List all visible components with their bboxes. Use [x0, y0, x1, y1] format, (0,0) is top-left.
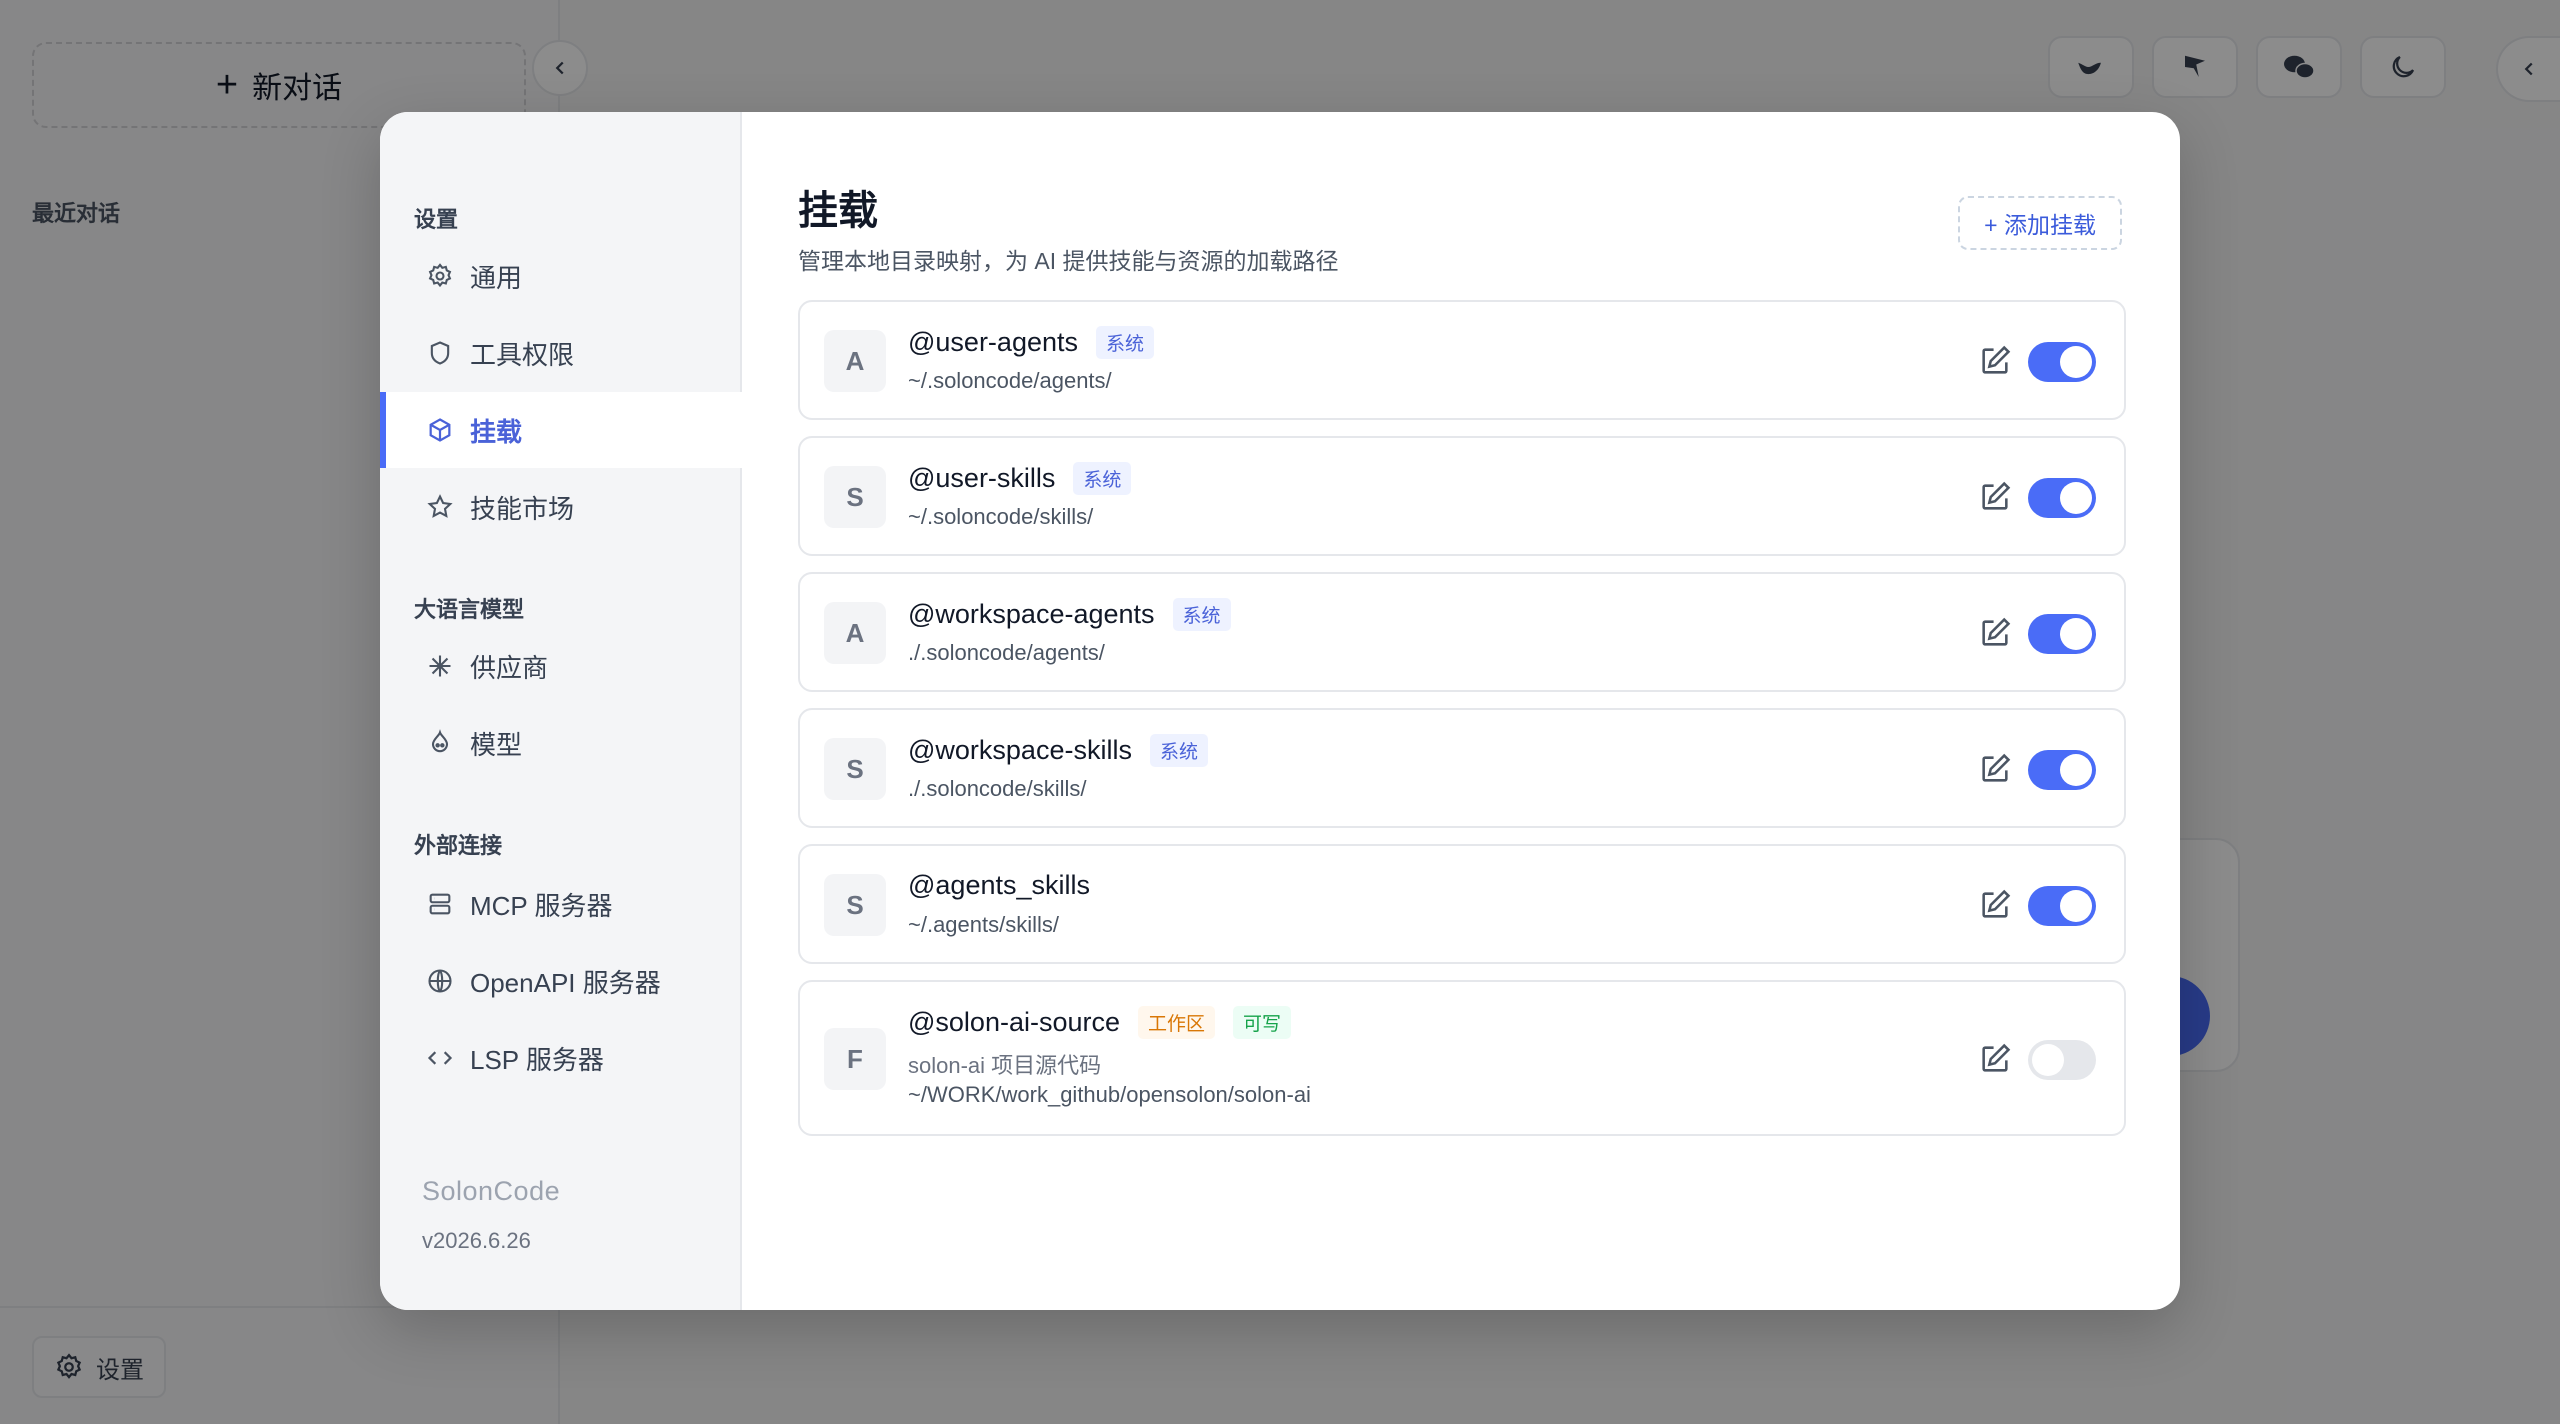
mount-enabled-toggle[interactable] [2028, 614, 2096, 654]
mount-item: F @solon-ai-source 工作区 可写 solon-ai 项目源代码… [798, 980, 2126, 1136]
mount-path: ~/WORK/work_github/opensolon/solon-ai [908, 1082, 1311, 1107]
mount-name-row: @user-skills 系统 [908, 462, 1132, 495]
nav-label: OpenAPI 服务器 [470, 967, 661, 998]
nav-item-lsp-servers[interactable]: LSP 服务器 [380, 1020, 742, 1096]
system-badge: 系统 [1172, 598, 1231, 631]
mount-path: ./.soloncode/skills/ [908, 776, 1087, 801]
page-title: 挂载 [798, 189, 878, 233]
nav-item-openapi-servers[interactable]: OpenAPI 服务器 [380, 943, 742, 1019]
workspace-badge: 工作区 [1138, 1006, 1216, 1039]
section-title-llm: 大语言模型 [414, 597, 525, 622]
mount-name: @agents_skills [908, 870, 1090, 900]
add-mount-button[interactable]: + 添加挂载 [1958, 196, 2122, 250]
settings-nav: 设置 通用 工具权限 挂载 技能市场 大语言模型 供应商 模型 外部连接 MCP… [380, 112, 742, 1310]
mount-name: @user-skills [908, 463, 1056, 493]
mount-item: A @workspace-agents 系统 ./.soloncode/agen… [798, 572, 2126, 692]
brand-name: SolonCode [422, 1176, 561, 1206]
system-badge: 系统 [1096, 326, 1155, 359]
mount-name-row: @user-agents 系统 [908, 326, 1155, 359]
page-description: 管理本地目录映射，为 AI 提供技能与资源的加载路径 [798, 248, 1339, 274]
nav-label: MCP 服务器 [470, 890, 613, 921]
mount-list: A @user-agents 系统 ~/.soloncode/agents/ S… [798, 300, 2126, 1152]
mount-enabled-toggle[interactable] [2028, 1040, 2096, 1080]
nav-label: 工具权限 [470, 339, 575, 370]
shield-icon [430, 341, 450, 365]
mount-name: @workspace-agents [908, 599, 1155, 629]
nav-label: 技能市场 [470, 493, 575, 524]
mount-item: S @agents_skills ~/.agents/skills/ [798, 844, 2126, 964]
nav-item-providers[interactable]: 供应商 [380, 628, 742, 704]
model-icon [431, 729, 449, 753]
mount-avatar: A [824, 602, 886, 664]
nav-item-models[interactable]: 模型 [380, 705, 742, 781]
nav-label: 模型 [470, 729, 523, 760]
nav-item-mcp-servers[interactable]: MCP 服务器 [380, 866, 742, 942]
mount-avatar: A [824, 330, 886, 392]
nav-label: 挂载 [470, 416, 523, 447]
mount-name: @workspace-skills [908, 735, 1132, 765]
mount-description: solon-ai 项目源代码 [908, 1053, 1102, 1078]
edit-icon[interactable] [1978, 480, 2012, 514]
mounts-page: 挂载 管理本地目录映射，为 AI 提供技能与资源的加载路径 + 添加挂载 A @… [742, 112, 2180, 1310]
mount-enabled-toggle[interactable] [2028, 886, 2096, 926]
mount-item: S @user-skills 系统 ~/.soloncode/skills/ [798, 436, 2126, 556]
globe-icon [428, 969, 452, 993]
star-icon [427, 494, 453, 518]
nav-item-tool-permissions[interactable]: 工具权限 [380, 315, 742, 391]
code-icon [427, 1051, 453, 1065]
nav-item-general[interactable]: 通用 [380, 238, 742, 314]
mount-enabled-toggle[interactable] [2028, 478, 2096, 518]
mount-item: S @workspace-skills 系统 ./.soloncode/skil… [798, 708, 2126, 828]
nav-label: 供应商 [470, 652, 549, 683]
nav-item-skill-market[interactable]: 技能市场 [380, 469, 742, 545]
mount-path: ~/.soloncode/skills/ [908, 504, 1094, 529]
mount-name-row: @workspace-skills 系统 [908, 734, 1208, 767]
cube-icon [429, 418, 451, 442]
section-title-external: 外部连接 [414, 833, 503, 858]
settings-modal: 设置 通用 工具权限 挂载 技能市场 大语言模型 供应商 模型 外部连接 MCP… [380, 112, 2180, 1310]
mount-name-row: @workspace-agents 系统 [908, 598, 1231, 631]
mount-enabled-toggle[interactable] [2028, 750, 2096, 790]
mount-path: ./.soloncode/agents/ [908, 640, 1105, 665]
mount-avatar: S [824, 466, 886, 528]
server-icon [429, 893, 451, 915]
asterisk-icon [429, 655, 451, 677]
mount-name: @user-agents [908, 327, 1078, 357]
system-badge: 系统 [1073, 462, 1132, 495]
mount-avatar: F [824, 1028, 886, 1090]
section-title-settings: 设置 [414, 207, 459, 232]
mount-name-row: @solon-ai-source 工作区 可写 [908, 1006, 1292, 1039]
system-badge: 系统 [1149, 734, 1208, 767]
edit-icon[interactable] [1978, 752, 2012, 786]
nav-item-mounts[interactable]: 挂载 [380, 392, 742, 468]
edit-icon[interactable] [1978, 1042, 2012, 1076]
mount-item: A @user-agents 系统 ~/.soloncode/agents/ [798, 300, 2126, 420]
version-text: v2026.6.26 [422, 1228, 531, 1253]
edit-icon[interactable] [1978, 616, 2012, 650]
mount-avatar: S [824, 738, 886, 800]
writable-badge: 可写 [1233, 1006, 1292, 1039]
mount-path: ~/.soloncode/agents/ [908, 368, 1112, 393]
nav-label: LSP 服务器 [470, 1044, 604, 1075]
nav-label: 通用 [470, 262, 523, 293]
mount-name: @solon-ai-source [908, 1007, 1120, 1037]
mount-avatar: S [824, 874, 886, 936]
mount-name-row: @agents_skills [908, 870, 1090, 901]
mount-enabled-toggle[interactable] [2028, 342, 2096, 382]
gear-icon [428, 263, 452, 288]
mount-path: ~/.agents/skills/ [908, 912, 1060, 937]
edit-icon[interactable] [1978, 888, 2012, 922]
edit-icon[interactable] [1978, 344, 2012, 378]
